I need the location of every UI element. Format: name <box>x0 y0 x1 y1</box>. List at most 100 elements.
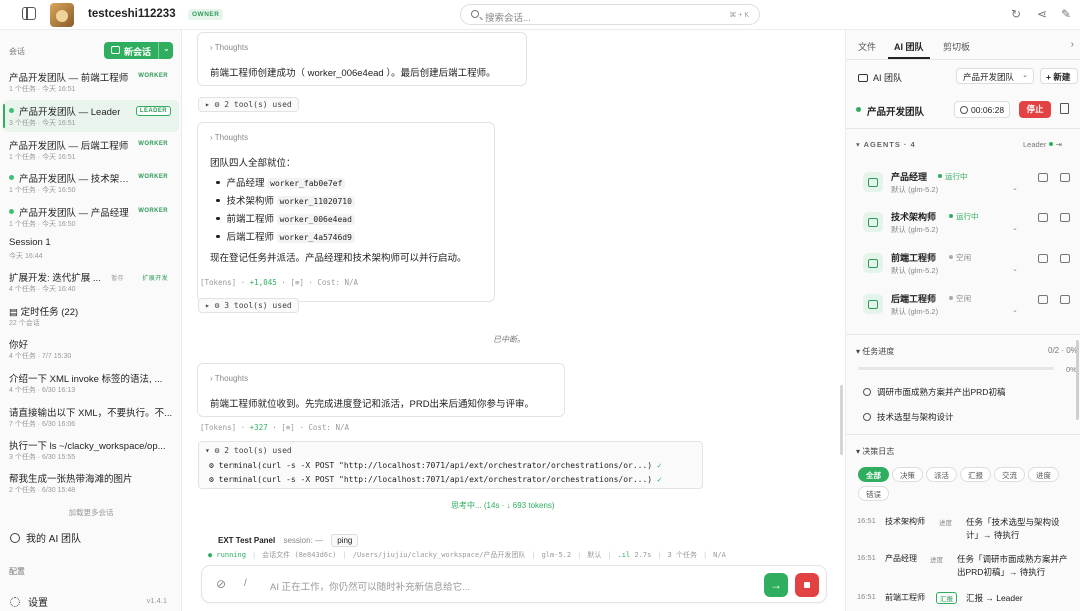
thoughts-label[interactable]: › Thoughts <box>210 374 248 383</box>
chevron-down-icon[interactable]: ⌄ <box>163 44 170 53</box>
new-team-button[interactable]: + 新建 <box>1040 68 1078 84</box>
send-button[interactable]: → <box>764 573 788 597</box>
workspace-avatar[interactable] <box>50 3 74 27</box>
conversation-item-scheduled[interactable]: ▤ 定时任务 (22) 22 个会话 <box>3 300 179 332</box>
conversation-item[interactable]: 产品开发团队 — 产品经理 1 个任务 · 今天 16:50 WORKER <box>3 201 179 233</box>
conversation-title: 扩展开发: 迭代扩展 ... <box>9 273 101 284</box>
panel-scrollbar[interactable] <box>1076 340 1079 420</box>
trash-icon[interactable] <box>1060 103 1069 114</box>
load-more-link[interactable]: 加载更多会话 <box>0 507 182 518</box>
model-name[interactable]: glm-5.2 <box>542 551 572 559</box>
agents-section-header[interactable]: ▾ AGENTS · 4 <box>856 140 916 149</box>
tool-call-line[interactable]: ⚙ terminal(curl -s -X POST "http://local… <box>209 475 662 484</box>
agent-status: 空闲 <box>949 293 971 304</box>
agent-model-select[interactable]: 默认 (glm-5.2) <box>891 306 938 317</box>
team-member-row: 前端工程师 worker_006e4ead <box>216 211 355 225</box>
working-path[interactable]: /Users/jiujiu/clacky_workspace/产品开发团队 <box>353 551 526 559</box>
filter-chip-chat[interactable]: 交流 <box>994 467 1025 482</box>
mode-name[interactable]: 默认 <box>587 551 601 559</box>
task-item[interactable]: 技术选型与架构设计 <box>863 411 954 423</box>
message-composer[interactable]: ⊘ / AI 正在工作，你仍然可以随时补充新信息给它... → <box>201 565 827 603</box>
filter-chip-error[interactable]: 错误 <box>858 486 889 501</box>
filter-chip-report[interactable]: 汇报 <box>960 467 991 482</box>
conversation-item[interactable]: 扩展开发: 迭代扩展 ... 4 个任务 · 今天 16:40 暂存 扩展开发 <box>3 266 179 298</box>
conversation-item[interactable]: 介绍一下 XML invoke 标签的语法, ... 4 个任务 · 6/30 … <box>3 367 179 399</box>
conversation-item[interactable]: 产品开发团队 — 后端工程师 1 个任务 · 今天 16:51 WORKER <box>3 134 179 166</box>
ping-button[interactable]: ping <box>331 534 359 547</box>
chevron-down-icon[interactable]: ⌄ <box>1012 224 1018 232</box>
conversation-meta: 7 个任务 · 6/30 16:06 <box>9 421 76 428</box>
tool-call-line[interactable]: ⚙ terminal(curl -s -X POST "http://local… <box>209 461 662 470</box>
chevron-down-icon[interactable]: ⌄ <box>1012 306 1018 314</box>
search-input[interactable]: 搜索会话... ⌘ + K <box>460 4 760 25</box>
divider <box>846 128 1080 129</box>
chevron-down-icon[interactable]: ⌄ <box>1012 265 1018 273</box>
chevron-down-icon[interactable]: ⌄ <box>1012 184 1018 192</box>
tools-used-expanded[interactable]: ▾ ⚙ 2 tool(s) used ⚙ terminal(curl -s -X… <box>198 441 703 489</box>
log-author: 前端工程师 <box>885 593 925 602</box>
conversation-item[interactable]: 产品开发团队 — 前端工程师 1 个任务 · 今天 16:51 WORKER <box>3 66 179 98</box>
progress-section-header[interactable]: ▾ 任务进度 <box>856 346 894 357</box>
decision-log-header[interactable]: ▾ 决策日志 <box>856 446 894 457</box>
stop-generation-button[interactable] <box>795 573 819 597</box>
message-input[interactable]: AI 正在工作，你仍然可以随时补充新信息给它... <box>270 579 470 593</box>
share-icon[interactable]: ⋖ <box>1036 8 1048 20</box>
leader-indicator[interactable]: Leader ⇥ <box>1023 140 1062 149</box>
workspace-name[interactable]: testceshi112233 <box>88 8 176 20</box>
draft-badge: 暂存 <box>111 276 124 282</box>
session-file[interactable]: 会话文件 (8e843d6c) <box>262 551 336 559</box>
thoughts-label[interactable]: › Thoughts <box>210 133 248 142</box>
feedback-icon[interactable]: ✎ <box>1060 8 1072 20</box>
toggle-sidebar-icon[interactable] <box>22 7 36 20</box>
conversation-item[interactable]: 产品开发团队 — 技术架构师 1 个任务 · 今天 16:50 WORKER <box>3 167 179 199</box>
agent-model-select[interactable]: 默认 (glm-5.2) <box>891 184 938 195</box>
attach-icon[interactable]: ⊘ <box>216 577 226 591</box>
agent-card[interactable]: 后端工程师 空闲 默认 (glm-5.2) ⌄ <box>846 289 1080 327</box>
filter-chip-all[interactable]: 全部 <box>858 467 889 482</box>
split-divider <box>158 42 159 59</box>
my-ai-team-link[interactable]: 我的 AI 团队 <box>10 530 81 545</box>
message-icon[interactable] <box>1060 295 1070 304</box>
tools-used-toggle[interactable]: ▸ ⚙ 2 tool(s) used <box>198 97 299 112</box>
filter-chip-progress[interactable]: 进度 <box>1028 467 1059 482</box>
task-item[interactable]: 调研市面成熟方案并产出PRD初稿 <box>863 386 1005 398</box>
open-session-icon[interactable] <box>1038 295 1048 304</box>
conversation-item[interactable]: 帮我生成一张热带海滩的图片 2 个任务 · 6/30 15:48 <box>3 467 179 499</box>
conversation-item-active[interactable]: 产品开发团队 — Leader 3 个任务 · 今天 16:51 LEADER <box>3 100 179 132</box>
team-name: 产品开发团队 <box>867 107 925 118</box>
slash-command-button[interactable]: / <box>244 578 247 589</box>
open-session-icon[interactable] <box>1038 213 1048 222</box>
filter-chip-decision[interactable]: 决策 <box>892 467 923 482</box>
conversation-item[interactable]: 执行一下 ls ~/clacky_workspace/op... 3 个任务 ·… <box>3 434 179 466</box>
tab-ai-team[interactable]: AI 团队 <box>894 40 924 53</box>
tools-used-toggle[interactable]: ▸ ⚙ 3 tool(s) used <box>198 298 299 313</box>
agent-card[interactable]: 前端工程师 空闲 默认 (glm-5.2) ⌄ <box>846 248 1080 286</box>
open-leader-icon[interactable]: ⇥ <box>1055 140 1061 149</box>
conversation-item[interactable]: 你好 4 个任务 · 7/7 15:30 <box>3 333 179 365</box>
tab-clipboard[interactable]: 剪切板 <box>943 40 970 53</box>
settings-link[interactable]: 设置 <box>10 594 48 609</box>
collapse-panel-icon[interactable]: › <box>1071 39 1074 50</box>
agent-card[interactable]: 技术架构师 运行中 默认 (glm-5.2) ⌄ <box>846 207 1080 245</box>
conversation-item[interactable]: 请直接输出以下 XML，不要执行。不... 7 个任务 · 6/30 16:06 <box>3 401 179 433</box>
refresh-icon[interactable]: ↻ <box>1010 8 1022 20</box>
thoughts-label[interactable]: › Thoughts <box>210 43 248 52</box>
team-select[interactable]: 产品开发团队 ⌄ <box>956 68 1034 84</box>
new-chat-button[interactable]: 新会话 ⌄ <box>104 42 173 59</box>
message-icon[interactable] <box>1060 254 1070 263</box>
tools-used-header[interactable]: ▾ ⚙ 2 tool(s) used <box>205 446 292 455</box>
stop-team-button[interactable]: 停止 <box>1019 101 1051 118</box>
chat-scrollbar[interactable] <box>840 385 843 455</box>
open-session-icon[interactable] <box>1038 173 1048 182</box>
open-session-icon[interactable] <box>1038 254 1048 263</box>
agent-model-select[interactable]: 默认 (glm-5.2) <box>891 265 938 276</box>
message-icon[interactable] <box>1060 173 1070 182</box>
tab-files[interactable]: 文件 <box>858 40 876 53</box>
filter-chip-dispatch[interactable]: 派活 <box>926 467 957 482</box>
message-icon[interactable] <box>1060 213 1070 222</box>
conversation-item[interactable]: Session 1 今天 16:44 <box>3 233 179 265</box>
agent-card[interactable]: 产品经理 运行中 默认 (glm-5.2) ⌄ <box>846 167 1080 205</box>
status-dot <box>9 175 14 180</box>
agent-model-select[interactable]: 默认 (glm-5.2) <box>891 224 938 235</box>
my-ai-team-label: 我的 AI 团队 <box>26 534 82 545</box>
